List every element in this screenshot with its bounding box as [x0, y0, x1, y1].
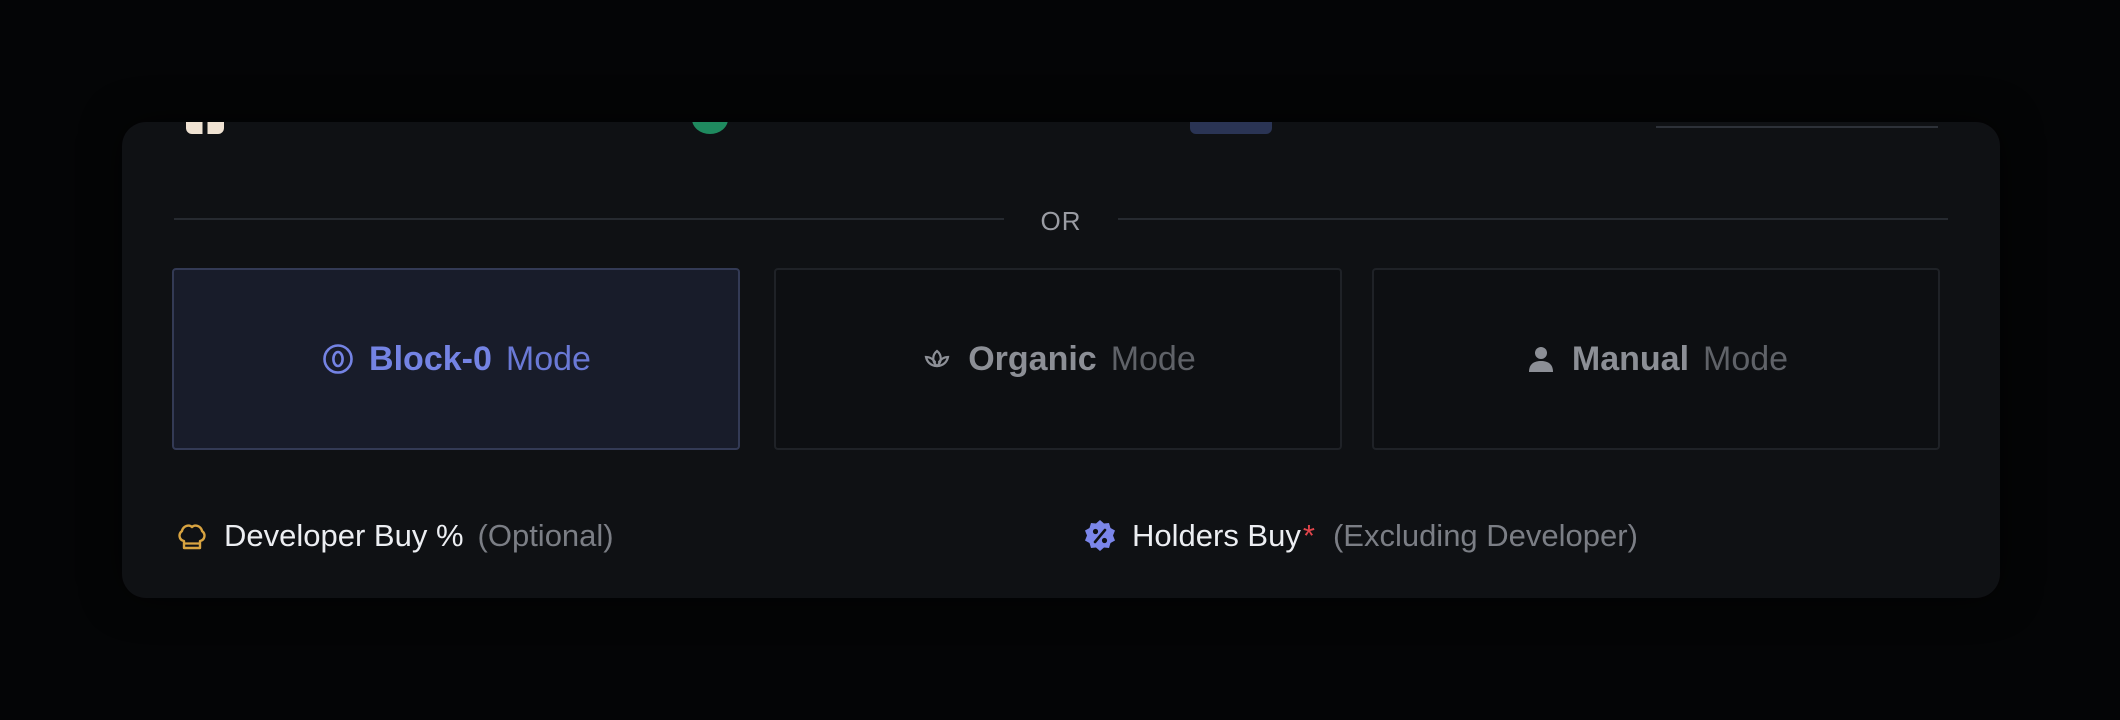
- mode-card-manual[interactable]: Manual Mode: [1372, 268, 1940, 450]
- block-zero-icon: [321, 342, 355, 376]
- lotus-icon: [920, 342, 954, 376]
- screen: OR Block-0 Mode Organic Mode Manual Mode…: [0, 0, 2120, 720]
- mode-card-organic[interactable]: Organic Mode: [774, 268, 1342, 450]
- cropped-option-1[interactable]: [186, 122, 246, 134]
- holders-buy-label: Holders Buy * (Excluding Developer): [1082, 516, 1638, 556]
- launch-settings-panel: OR Block-0 Mode Organic Mode Manual Mode…: [122, 122, 2000, 598]
- mode-name: Block-0: [369, 339, 492, 378]
- cropped-option-3[interactable]: [1190, 122, 1294, 134]
- mode-suffix: Mode: [505, 339, 591, 378]
- holders-buy-title: Holders Buy: [1132, 518, 1301, 553]
- required-asterisk: *: [1302, 518, 1315, 553]
- developer-buy-label: Developer Buy % (Optional): [174, 516, 614, 556]
- option-logo: [692, 122, 728, 134]
- cropped-option-4[interactable]: [1656, 122, 1938, 134]
- cropped-options-row: [122, 122, 2000, 134]
- mode-name: Manual: [1571, 339, 1690, 378]
- chef-hat-icon: [174, 518, 210, 554]
- mode-card-block-0[interactable]: Block-0 Mode: [172, 268, 740, 450]
- mode-selector: Block-0 Mode Organic Mode Manual Mode: [172, 268, 1940, 452]
- person-icon: [1524, 342, 1558, 376]
- or-divider: OR: [174, 204, 1948, 236]
- mode-suffix: Mode: [1703, 339, 1789, 378]
- developer-buy-title: Developer Buy %: [224, 518, 464, 553]
- option-logo: [186, 122, 224, 134]
- divider-label: OR: [1040, 206, 1082, 236]
- mode-suffix: Mode: [1110, 339, 1196, 378]
- cropped-option-2[interactable]: [692, 122, 750, 134]
- holders-buy-hint: (Excluding Developer): [1332, 518, 1638, 553]
- mode-name: Organic: [968, 339, 1097, 378]
- option-logo: [1190, 122, 1272, 134]
- divider-line-right: [1118, 218, 1948, 220]
- percent-badge-icon: [1082, 518, 1118, 554]
- option-underline: [1656, 126, 1938, 128]
- developer-buy-hint: (Optional): [477, 518, 614, 553]
